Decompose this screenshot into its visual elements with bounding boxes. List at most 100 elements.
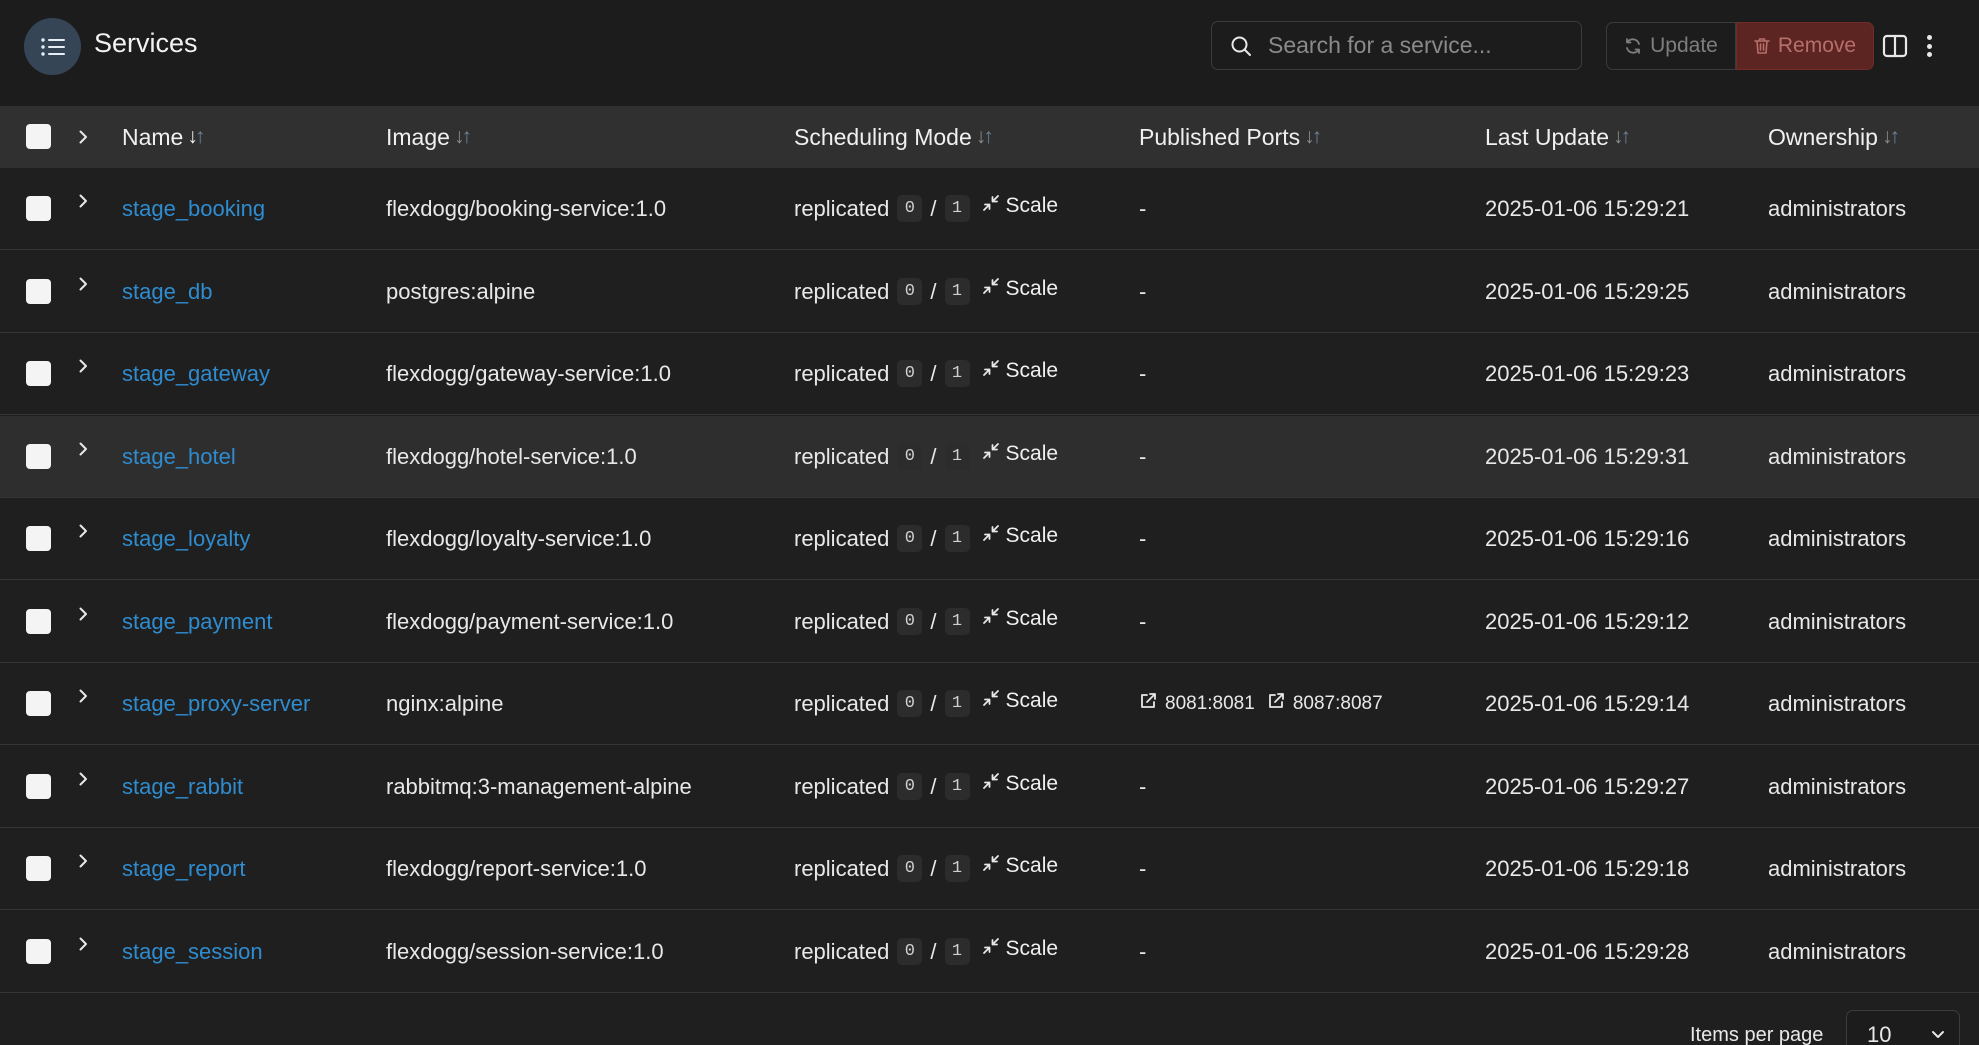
service-name-link[interactable]: stage_db xyxy=(122,279,213,305)
column-header-scheduling-mode[interactable]: Scheduling Mode ↓ ↑ xyxy=(794,106,994,168)
chevron-right-icon[interactable] xyxy=(76,442,90,456)
desired-replicas-badge: 1 xyxy=(944,525,970,552)
column-header-published-ports[interactable]: Published Ports ↓ ↑ xyxy=(1139,106,1322,168)
replica-separator: / xyxy=(930,938,937,964)
published-port-link[interactable]: 8087:8087 xyxy=(1267,692,1383,716)
scale-button[interactable]: Scale xyxy=(982,853,1059,878)
update-button[interactable]: Update xyxy=(1606,22,1736,70)
ownership: administrators xyxy=(1768,938,1907,964)
chevron-right-icon[interactable] xyxy=(76,937,90,951)
table-row[interactable]: stage_booking flexdogg/booking-service:1.… xyxy=(0,168,1979,250)
row-checkbox[interactable] xyxy=(26,279,51,304)
scale-button[interactable]: Scale xyxy=(982,937,1058,961)
table-row[interactable]: stage_session flexdogg/session-service:1.… xyxy=(0,911,1979,993)
expand-all-icon[interactable] xyxy=(76,130,90,144)
table-row[interactable]: stage_payment flexdogg/payment-service:1.… xyxy=(0,581,1979,663)
service-name-link[interactable]: stage_report xyxy=(122,856,246,882)
service-name-link[interactable]: stage_hotel xyxy=(122,444,236,470)
replica-separator: / xyxy=(930,525,937,551)
table-row[interactable]: stage_loyalty flexdogg/loyalty-service:1.… xyxy=(0,498,1979,580)
chevron-right-icon[interactable] xyxy=(76,689,90,703)
chevron-right-icon[interactable] xyxy=(76,854,90,868)
chevron-right-icon[interactable] xyxy=(76,607,90,621)
service-name-link[interactable]: stage_payment xyxy=(122,609,272,635)
row-checkbox[interactable] xyxy=(26,196,51,221)
items-per-page-label: Items per page xyxy=(1690,1024,1824,1045)
table-row[interactable]: stage_proxy-server nginx:alpine replicated… xyxy=(0,663,1979,745)
service-name-link[interactable]: stage_proxy-server xyxy=(122,691,310,717)
scheduling-mode-cell: replicated 0 / 1 Scale xyxy=(794,663,1058,744)
scheduling-mode: replicated xyxy=(794,773,890,799)
column-header-ownership[interactable]: Ownership ↓ ↑ xyxy=(1768,106,1900,168)
scheduling-mode: replicated xyxy=(794,690,890,716)
scale-button[interactable]: Scale xyxy=(982,607,1058,631)
minimize-icon xyxy=(982,194,1000,218)
minimize-icon xyxy=(982,772,1000,796)
table-row[interactable]: stage_rabbit rabbitmq:3-management-alpine… xyxy=(0,746,1979,828)
row-checkbox[interactable] xyxy=(26,774,51,799)
columns-icon[interactable] xyxy=(1882,33,1908,59)
ports-value: - xyxy=(1139,855,1147,881)
ports-value: - xyxy=(1139,773,1147,799)
scale-label: Scale xyxy=(1005,853,1059,877)
column-header-image[interactable]: Image ↓ ↑ xyxy=(386,106,472,168)
service-name-link[interactable]: stage_session xyxy=(122,939,263,965)
service-name-link[interactable]: stage_booking xyxy=(122,196,265,222)
table-row[interactable]: stage_hotel flexdogg/hotel-service:1.0 rep… xyxy=(0,416,1979,498)
remove-button[interactable]: Remove xyxy=(1736,22,1874,70)
service-image: rabbitmq:3-management-alpine xyxy=(386,773,692,799)
scale-label: Scale xyxy=(1005,523,1059,547)
row-checkbox[interactable] xyxy=(26,526,51,551)
external-link-icon xyxy=(1267,692,1285,716)
trash-icon xyxy=(1754,38,1770,54)
row-checkbox[interactable] xyxy=(26,361,51,386)
row-checkbox[interactable] xyxy=(26,691,51,716)
service-name-link[interactable]: stage_loyalty xyxy=(122,526,250,552)
chevron-right-icon[interactable] xyxy=(76,772,90,786)
scale-button[interactable]: Scale xyxy=(982,772,1058,796)
chevron-right-icon[interactable] xyxy=(76,359,90,373)
column-header-last-update[interactable]: Last Update ↓ ↑ xyxy=(1485,106,1631,168)
row-checkbox[interactable] xyxy=(26,609,51,634)
list-icon[interactable] xyxy=(24,18,81,75)
service-image: flexdogg/session-service:1.0 xyxy=(386,938,664,964)
column-header-label: Image xyxy=(386,123,450,150)
chevron-right-icon[interactable] xyxy=(76,277,90,291)
table-row[interactable]: stage_gateway flexdogg/gateway-service:1.… xyxy=(0,333,1979,415)
ownership: administrators xyxy=(1768,773,1907,799)
minimize-icon xyxy=(982,854,1000,878)
row-checkbox[interactable] xyxy=(26,939,51,964)
sort-icon: ↓ ↑ xyxy=(187,125,205,148)
row-checkbox[interactable] xyxy=(26,444,51,469)
ownership: administrators xyxy=(1768,690,1907,716)
scale-button[interactable]: Scale xyxy=(982,523,1059,548)
select-all-checkbox[interactable] xyxy=(26,124,51,149)
service-name-link[interactable]: stage_gateway xyxy=(122,361,270,387)
chevron-right-icon[interactable] xyxy=(76,194,90,208)
published-port-link[interactable]: 8081:8081 xyxy=(1139,692,1255,716)
table-row[interactable]: stage_db postgres:alpine replicated 0 / 1 Scal… xyxy=(0,251,1979,333)
scale-button[interactable]: Scale xyxy=(982,277,1058,301)
scheduling-mode: replicated xyxy=(794,195,890,221)
row-checkbox[interactable] xyxy=(26,856,51,881)
scale-button[interactable]: Scale xyxy=(982,442,1058,466)
ownership: administrators xyxy=(1768,443,1907,469)
more-vertical-icon[interactable] xyxy=(1919,31,1939,61)
chevron-right-icon[interactable] xyxy=(76,524,90,538)
items-per-page-select[interactable]: 10 xyxy=(1846,1010,1960,1045)
ports-value: - xyxy=(1139,608,1147,634)
scale-button[interactable]: Scale xyxy=(982,359,1058,383)
replica-separator: / xyxy=(930,278,937,304)
scheduling-mode-cell: replicated 0 / 1 Scale xyxy=(794,581,1058,662)
table-row[interactable]: stage_report flexdogg/report-service:1.0 r… xyxy=(0,828,1979,910)
search-box[interactable] xyxy=(1211,21,1582,70)
scale-button[interactable]: Scale xyxy=(982,194,1058,218)
column-header-name[interactable]: Name ↓ ↑ xyxy=(122,106,205,168)
last-update: 2025-01-06 15:29:28 xyxy=(1485,938,1690,964)
scale-button[interactable]: Scale xyxy=(982,689,1058,713)
service-name-link[interactable]: stage_rabbit xyxy=(122,774,243,800)
published-ports-cell: 8081:8081 8087:8087 xyxy=(1139,663,1395,744)
last-update: 2025-01-06 15:29:23 xyxy=(1485,360,1690,386)
ownership: administrators xyxy=(1768,855,1907,881)
search-input[interactable] xyxy=(1268,32,1568,59)
